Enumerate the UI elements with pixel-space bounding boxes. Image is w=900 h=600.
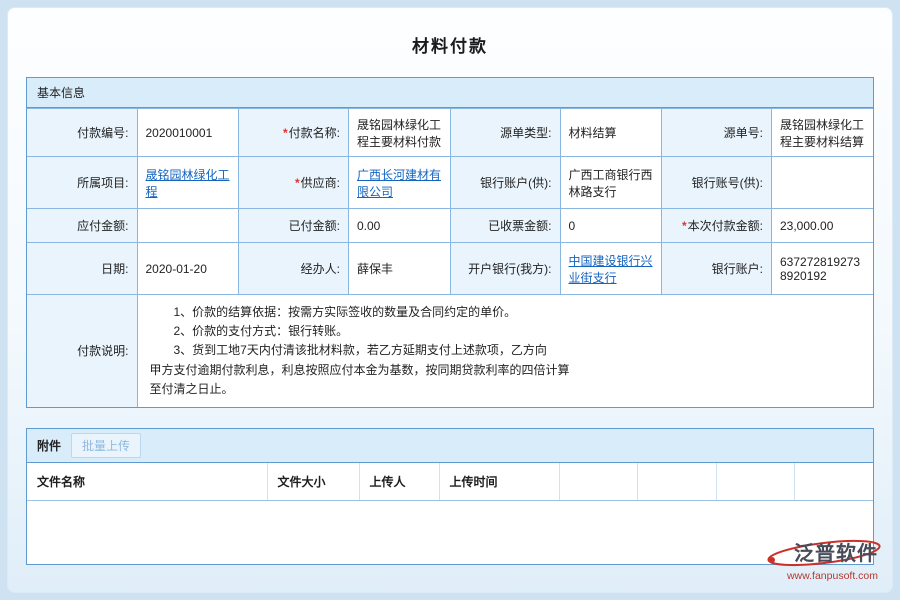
field-value-paid-amount: 0.00: [349, 209, 451, 243]
field-value-project: 晟铭园林绿化工程: [137, 157, 239, 209]
attachments-empty-row: [27, 500, 873, 564]
field-label-text: 经办人:: [301, 262, 340, 276]
batch-upload-button[interactable]: 批量上传: [71, 433, 141, 458]
attachments-col-uploader: 上传人: [359, 463, 439, 501]
field-label-text: 付款名称:: [289, 126, 340, 140]
field-label-text: 供应商:: [301, 176, 340, 190]
table-row: 付款编号: 2020010001 *付款名称: 晟铭园林绿化工程主要材料付款 源…: [27, 109, 873, 157]
field-label-payment-name: *付款名称:: [239, 109, 349, 157]
field-label-text: 源单号:: [724, 126, 763, 140]
attachments-header: 附件 批量上传: [27, 429, 873, 463]
field-label-our-bank-account: 银行账户:: [662, 243, 772, 295]
attachments-col-upload-time: 上传时间: [439, 463, 559, 501]
field-value-payable-amount: [137, 209, 239, 243]
field-label-text: 银行账户(供):: [480, 176, 551, 190]
required-star: *: [283, 126, 288, 140]
field-label-source-no: 源单号:: [662, 109, 772, 157]
field-label-supplier: *供应商:: [239, 157, 349, 209]
field-label-paid-amount: 已付金额:: [239, 209, 349, 243]
field-label-supplier-bank-account: 银行账户(供):: [450, 157, 560, 209]
field-value-supplier-bank-account: 广西工商银行西林路支行: [560, 157, 662, 209]
attachments-empty-area: [27, 500, 873, 564]
field-label-text: 开户银行(我方):: [468, 262, 551, 276]
field-label-payment-no: 付款编号:: [27, 109, 137, 157]
field-value-payment-no: 2020010001: [137, 109, 239, 157]
attachments-col-file-size: 文件大小: [267, 463, 359, 501]
field-label-project: 所属项目:: [27, 157, 137, 209]
field-label-payment-note: 付款说明:: [27, 295, 137, 407]
field-value-source-type: 材料结算: [560, 109, 662, 157]
field-label-text: 付款说明:: [77, 344, 128, 358]
field-label-text: 付款编号:: [77, 126, 128, 140]
page: 材料付款 基本信息 付款编号: 2020010001 *付款名称: 晟铭园林绿化…: [7, 7, 893, 593]
attachments-table: 文件名称 文件大小 上传人 上传时间: [27, 463, 873, 565]
basic-info-panel: 基本信息 付款编号: 2020010001 *付款名称: 晟铭园林绿化工程主要材…: [26, 77, 874, 408]
brand-logo-row: 泛普软件: [748, 539, 878, 569]
field-value-current-payment-amount: 23,000.00: [772, 209, 874, 243]
basic-info-table: 付款编号: 2020010001 *付款名称: 晟铭园林绿化工程主要材料付款 源…: [27, 108, 873, 407]
field-value-payment-note: 1、价款的结算依据：按需方实际签收的数量及合同约定的单价。 2、价款的支付方式：…: [137, 295, 873, 407]
attachments-col-empty: [559, 463, 638, 501]
field-label-handler: 经办人:: [239, 243, 349, 295]
our-bank-link[interactable]: 中国建设银行兴业街支行: [569, 254, 653, 285]
required-star: *: [682, 219, 687, 233]
required-star: *: [295, 176, 300, 190]
table-row: 日期: 2020-01-20 经办人: 薛保丰 开户银行(我方): 中国建设银行…: [27, 243, 873, 295]
field-label-text: 源单类型:: [500, 126, 551, 140]
project-link[interactable]: 晟铭园林绿化工程: [146, 168, 230, 199]
attachments-col-empty: [716, 463, 795, 501]
field-label-source-type: 源单类型:: [450, 109, 560, 157]
table-row: 应付金额: 已付金额: 0.00 已收票金额: 0 *本次付款金额: 23,00…: [27, 209, 873, 243]
basic-info-header: 基本信息: [27, 78, 873, 108]
attachments-col-empty: [795, 463, 874, 501]
field-label-text: 银行账户:: [712, 262, 763, 276]
field-value-supplier: 广西长河建材有限公司: [349, 157, 451, 209]
field-label-text: 所属项目:: [77, 176, 128, 190]
attachments-col-empty: [638, 463, 717, 501]
table-row: 付款说明: 1、价款的结算依据：按需方实际签收的数量及合同约定的单价。 2、价款…: [27, 295, 873, 407]
field-value-handler: 薛保丰: [349, 243, 451, 295]
field-value-our-bank-account: 6372728192738920192: [772, 243, 874, 295]
field-label-text: 日期:: [101, 262, 128, 276]
page-title: 材料付款: [8, 8, 892, 77]
brand-logo: 泛普软件 www.fanpusoft.com: [748, 539, 878, 582]
supplier-link[interactable]: 广西长河建材有限公司: [357, 168, 441, 199]
field-value-our-bank: 中国建设银行兴业街支行: [560, 243, 662, 295]
field-value-supplier-bank-no: [772, 157, 874, 209]
field-value-date: 2020-01-20: [137, 243, 239, 295]
field-value-payment-name: 晟铭园林绿化工程主要材料付款: [349, 109, 451, 157]
field-label-text: 本次付款金额:: [688, 219, 763, 233]
field-label-our-bank: 开户银行(我方):: [450, 243, 560, 295]
attachments-panel: 附件 批量上传 文件名称 文件大小 上传人 上传时间: [26, 428, 874, 566]
field-label-text: 已收票金额:: [488, 219, 551, 233]
brand-url: www.fanpusoft.com: [748, 570, 878, 582]
field-label-supplier-bank-no: 银行账号(供):: [662, 157, 772, 209]
field-label-invoiced-amount: 已收票金额:: [450, 209, 560, 243]
table-row: 所属项目: 晟铭园林绿化工程 *供应商: 广西长河建材有限公司 银行账户(供):…: [27, 157, 873, 209]
field-label-text: 银行账号(供):: [692, 176, 763, 190]
attachments-col-file-name: 文件名称: [27, 463, 267, 501]
field-label-date: 日期:: [27, 243, 137, 295]
attachments-header-row: 文件名称 文件大小 上传人 上传时间: [27, 463, 873, 501]
field-label-text: 已付金额:: [289, 219, 340, 233]
attachments-title: 附件: [37, 437, 61, 454]
field-value-invoiced-amount: 0: [560, 209, 662, 243]
field-label-text: 应付金额:: [77, 219, 128, 233]
brand-name: 泛普软件: [794, 543, 878, 565]
field-label-payable-amount: 应付金额:: [27, 209, 137, 243]
field-label-current-payment-amount: *本次付款金额:: [662, 209, 772, 243]
field-value-source-no: 晟铭园林绿化工程主要材料结算: [772, 109, 874, 157]
